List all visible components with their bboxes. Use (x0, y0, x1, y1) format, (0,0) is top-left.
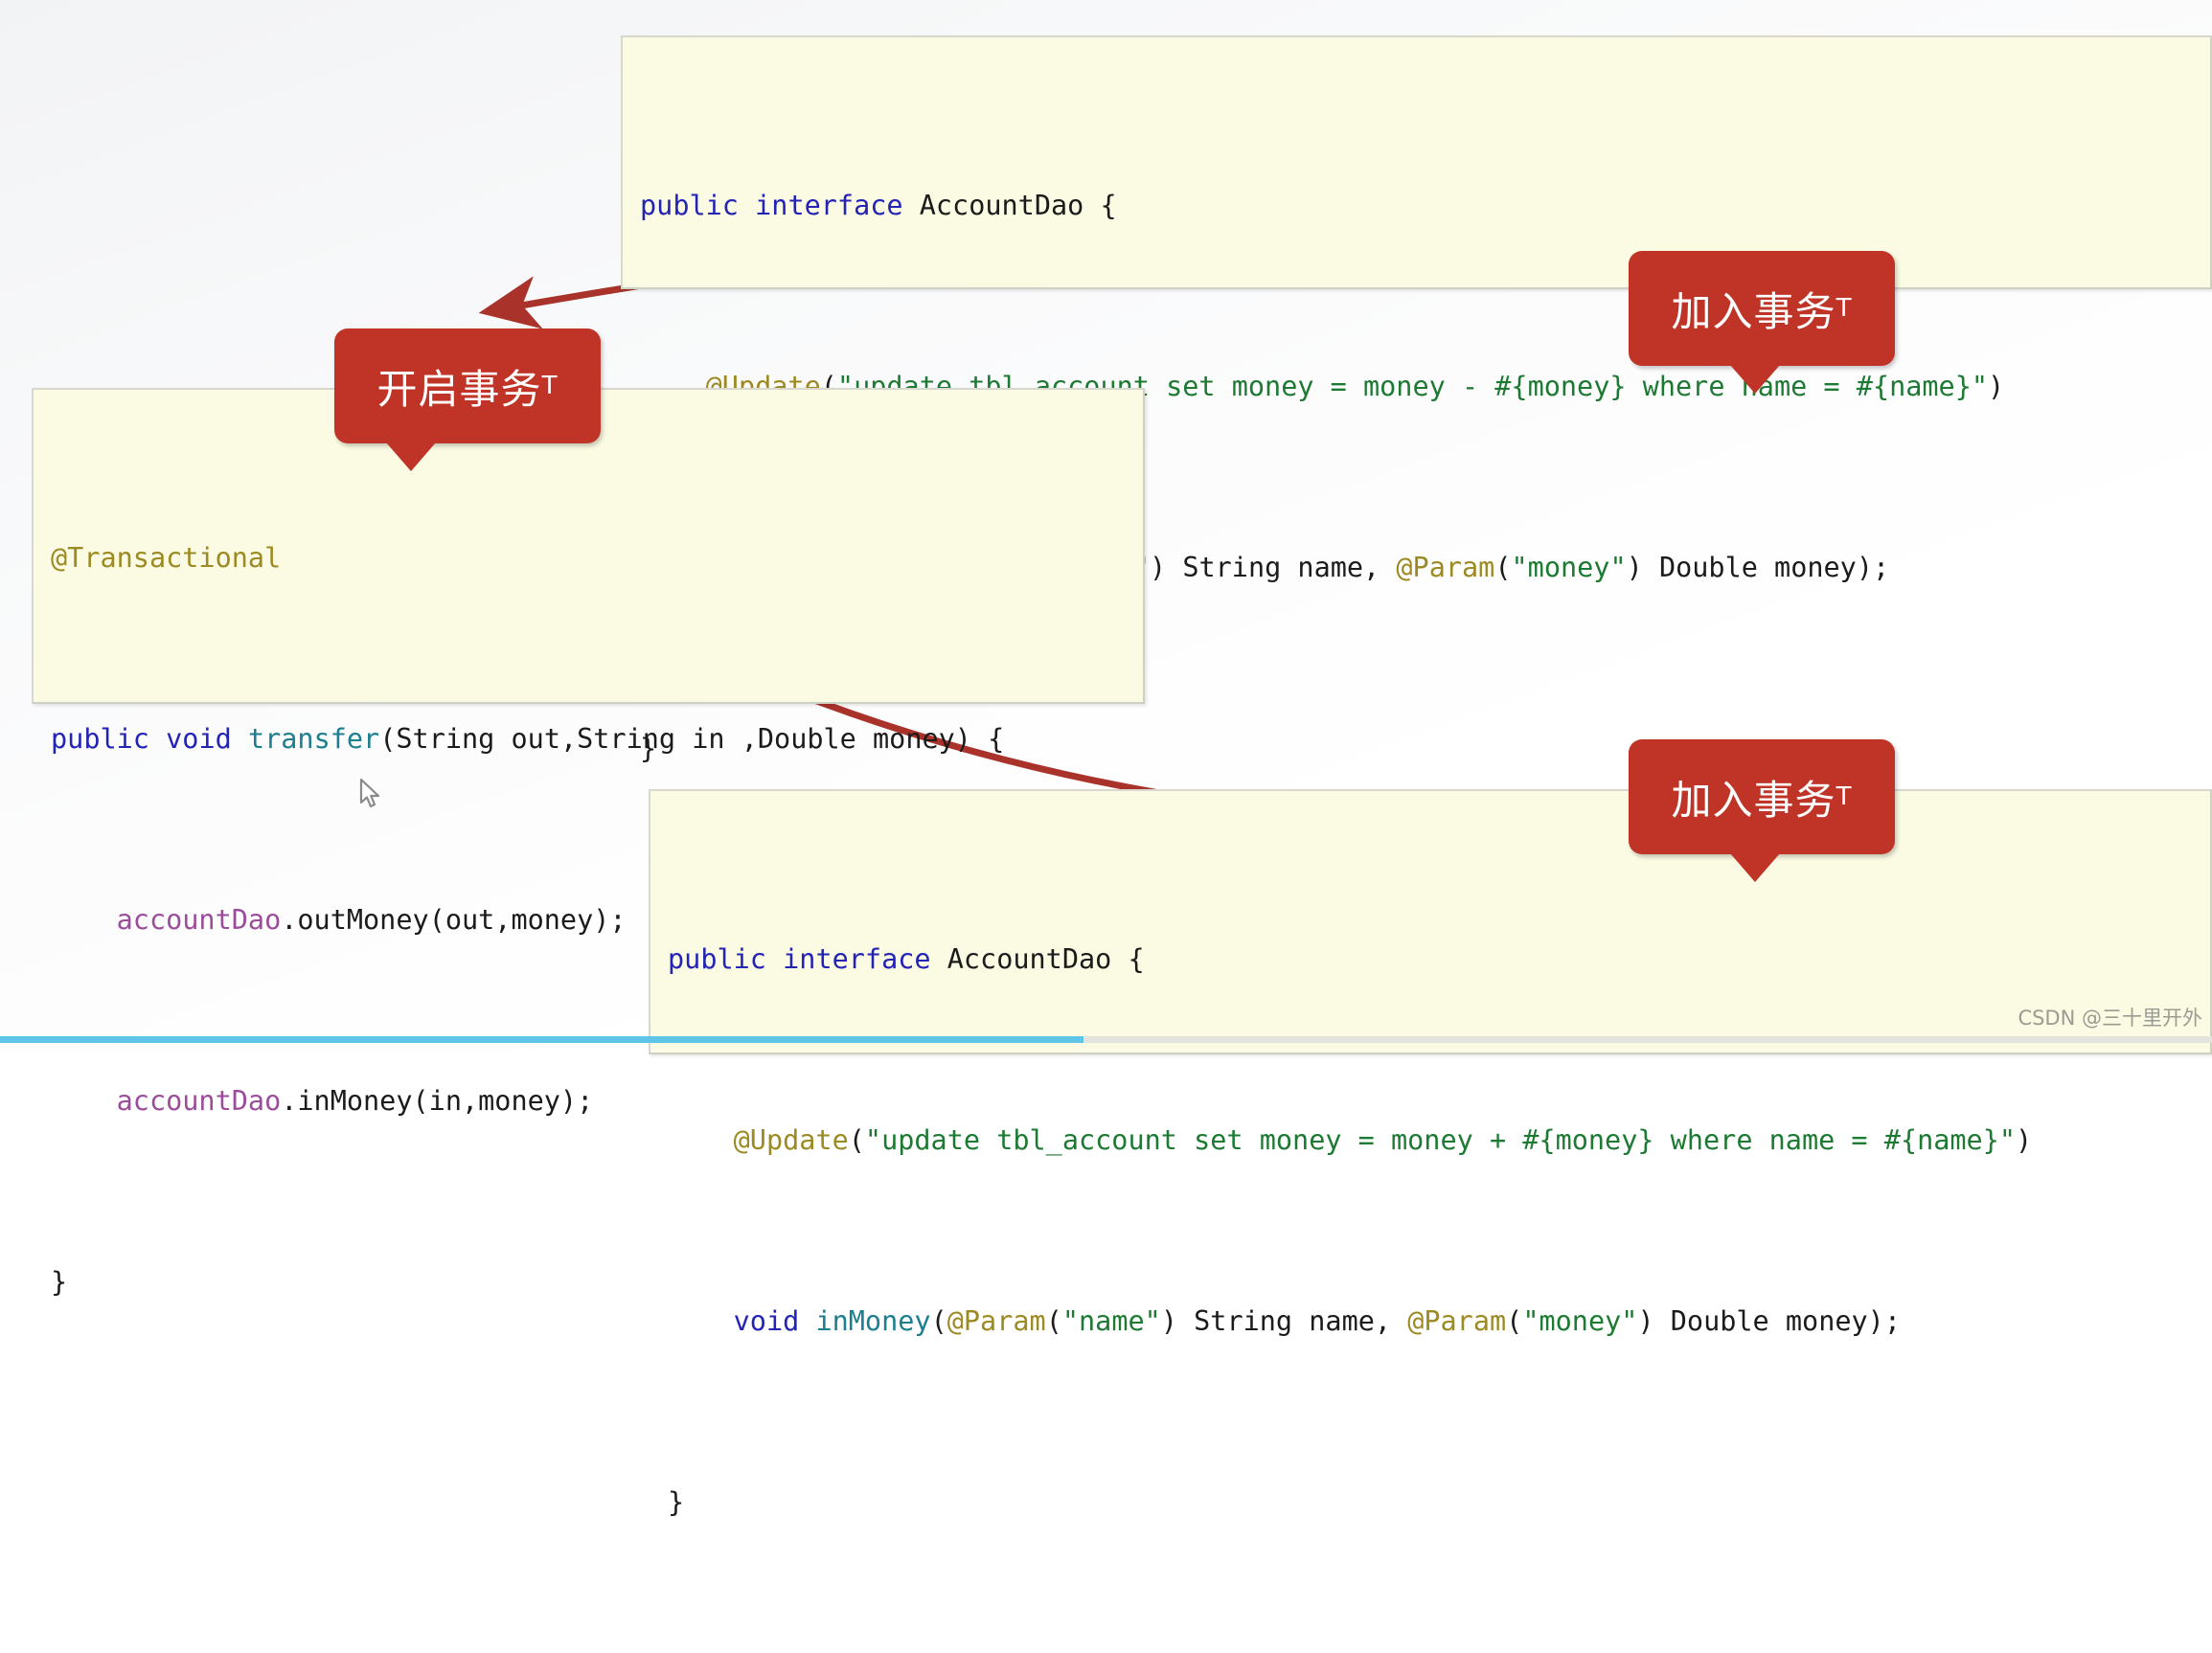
code-token: accountDao (117, 1085, 282, 1117)
watermark: CSDN @三十里开外 (2018, 1003, 2202, 1031)
code-token: ) (1627, 552, 1659, 583)
callout-join-transaction-top: 加入事务T (1629, 251, 1895, 366)
code-token: AccountDao (947, 943, 1112, 975)
callout-label: 开启事务 (377, 357, 542, 416)
code-token (51, 904, 117, 936)
code-token: ( (379, 723, 396, 755)
code-token: void (166, 723, 232, 755)
code-token: ) (1988, 371, 2004, 402)
code-line: } (668, 1472, 2210, 1532)
callout-label: 加入事务 (1672, 768, 1836, 826)
callout-subscript: T (1836, 782, 1853, 811)
callout-subscript: T (1836, 294, 1853, 323)
code-token: @Param (1396, 552, 1494, 583)
code-line: public void transfer(String out,String i… (51, 709, 1143, 769)
code-token: transfer (248, 723, 379, 755)
callout-join-transaction-bottom: 加入事务T (1629, 739, 1895, 854)
diagram-canvas: public interface AccountDao { @Update("u… (0, 0, 2212, 1054)
code-token (149, 723, 166, 755)
code-token (766, 943, 783, 975)
video-progress-fill[interactable] (0, 1036, 1083, 1043)
code-token: void (734, 1305, 800, 1337)
code-token (668, 1124, 734, 1156)
callout-label: 加入事务 (1672, 280, 1836, 338)
code-token: money); (1769, 1305, 1901, 1337)
code-token: Double (1671, 1305, 1769, 1337)
code-token: ( (931, 1305, 947, 1337)
code-block-accountdao-outmoney: public interface AccountDao { @Update("u… (621, 35, 2212, 289)
code-token: inMoney (815, 1305, 930, 1337)
code-token: .inMoney(in,money); (281, 1085, 593, 1117)
code-token (232, 723, 248, 755)
code-token: String (396, 723, 494, 755)
code-token: name, (1292, 1305, 1407, 1337)
code-line: void inMoney(@Param("name") String name,… (668, 1291, 2210, 1351)
code-token: "money" (1522, 1305, 1637, 1337)
code-block-accountdao-inmoney: public interface AccountDao { @Update("u… (649, 789, 2212, 1054)
callout-tail (1730, 853, 1780, 882)
code-token: public (640, 190, 739, 221)
code-token: ) (2016, 1124, 2032, 1156)
code-token (51, 1085, 117, 1117)
code-token: String (577, 723, 675, 755)
code-token: "money" (1512, 552, 1627, 583)
code-line: public interface AccountDao { (668, 929, 2210, 989)
code-token: interface (783, 943, 930, 975)
code-token: "update tbl_account set money = money + … (865, 1124, 2016, 1156)
code-token: { (1083, 190, 1116, 221)
callout-start-transaction: 开启事务T (334, 328, 601, 443)
code-token: Double (758, 723, 856, 755)
code-token: ) (1150, 552, 1182, 583)
code-token (931, 943, 947, 975)
code-token: ) (1161, 1305, 1194, 1337)
code-token: name, (1281, 552, 1396, 583)
video-progress-track[interactable] (0, 1036, 2212, 1043)
code-token: public (51, 723, 149, 755)
code-line: public interface AccountDao { (640, 175, 2210, 236)
code-line: @Update("update tbl_account set money = … (668, 1110, 2210, 1170)
code-token: public (668, 943, 766, 975)
code-token: ) (1637, 1305, 1670, 1337)
code-token: { (1111, 943, 1144, 975)
code-token: .outMoney(out,money); (281, 904, 626, 936)
code-token: in , (675, 723, 758, 755)
callout-tail (386, 442, 436, 471)
code-token: ( (849, 1124, 865, 1156)
code-token: @Transactional (51, 542, 281, 574)
code-token: @Update (734, 1124, 849, 1156)
callout-tail (1730, 365, 1780, 394)
code-token: Double (1659, 552, 1758, 583)
code-token: @Param (947, 1305, 1046, 1337)
code-token: money) { (856, 723, 1004, 755)
code-token (799, 1305, 815, 1337)
code-token: ( (1506, 1305, 1522, 1337)
code-token (668, 1305, 734, 1337)
code-token: String (1194, 1305, 1292, 1337)
code-token: String (1182, 552, 1281, 583)
code-line: @Transactional (51, 528, 1143, 588)
callout-subscript: T (542, 372, 559, 400)
code-token (739, 190, 755, 221)
code-token: money); (1758, 552, 1889, 583)
code-token: "name" (1062, 1305, 1161, 1337)
code-token: } (51, 1266, 67, 1298)
code-token: AccountDao (920, 190, 1084, 221)
code-token (903, 190, 920, 221)
mouse-cursor-icon (358, 778, 383, 810)
code-token: @Param (1407, 1305, 1506, 1337)
code-token: accountDao (117, 904, 282, 936)
code-token: out, (494, 723, 577, 755)
code-token: ( (1494, 552, 1511, 583)
code-token: } (668, 1486, 684, 1518)
code-token: interface (755, 190, 902, 221)
code-token: ( (1046, 1305, 1062, 1337)
